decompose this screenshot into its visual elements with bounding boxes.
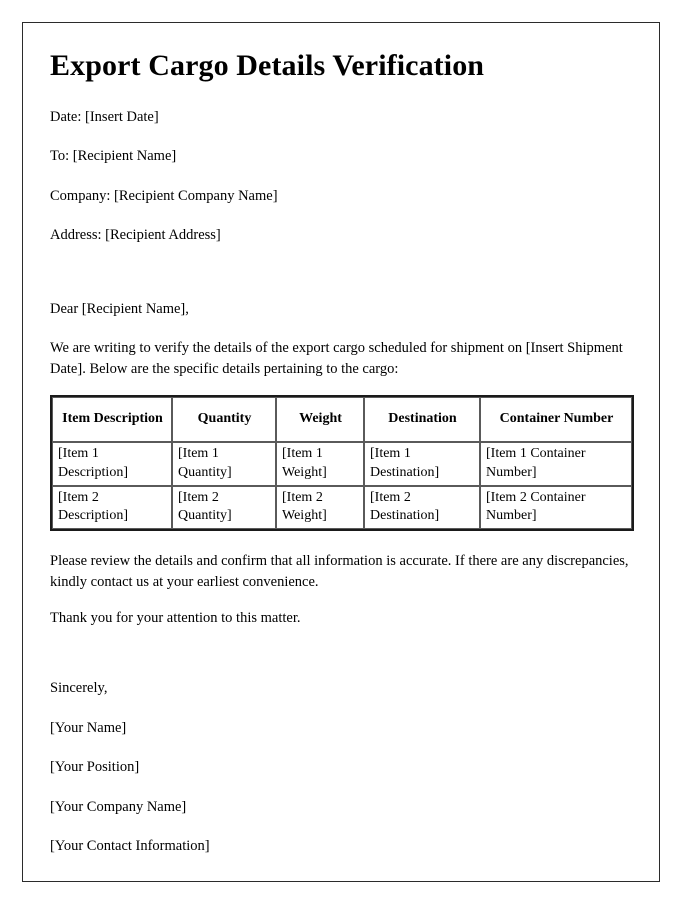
blank-paragraph-before-signature — [50, 645, 631, 679]
table-row: [Item 1 Description] [Item 1 Quantity] [… — [52, 442, 632, 486]
intro-paragraph: We are writing to verify the details of … — [50, 340, 623, 377]
cargo-details-table: Item Description Quantity Weight Destina… — [50, 395, 634, 532]
signature-name: [Your Name] — [50, 719, 127, 736]
signature-closing: Sincerely, — [50, 679, 108, 696]
blank-paragraph-before-salutation — [50, 266, 631, 300]
document-body: Export Cargo Details Verification Date: … — [23, 23, 659, 857]
cell-quantity: [Item 2 Quantity] — [172, 485, 276, 530]
column-header-destination: Destination — [364, 397, 480, 443]
salutation: Dear [Recipient Name], — [50, 300, 189, 317]
cell-weight: [Item 1 Weight] — [276, 442, 364, 486]
cell-container-number: [Item 1 Container Number] — [480, 442, 632, 486]
cell-destination: [Item 1 Destination] — [364, 442, 480, 486]
cell-item-description: [Item 2 Description] — [52, 485, 172, 530]
cell-quantity: [Item 1 Quantity] — [172, 442, 276, 486]
cargo-table-container: Item Description Quantity Weight Destina… — [50, 395, 634, 532]
signature-contact: [Your Contact Information] — [50, 838, 210, 855]
cell-container-number: [Item 2 Container Number] — [480, 485, 632, 530]
table-row: [Item 2 Description] [Item 2 Quantity] [… — [52, 485, 632, 530]
column-header-weight: Weight — [276, 397, 364, 443]
column-header-quantity: Quantity — [172, 397, 276, 443]
page-title: Export Cargo Details Verification — [50, 49, 485, 82]
thank-you-paragraph: Thank you for your attention to this mat… — [50, 610, 301, 627]
table-header-row: Item Description Quantity Weight Destina… — [52, 397, 632, 443]
signature-position: [Your Position] — [50, 759, 140, 776]
column-header-container-number: Container Number — [480, 397, 632, 443]
header-line-address: Address: [Recipient Address] — [50, 227, 221, 244]
signature-company: [Your Company Name] — [50, 798, 187, 815]
cell-destination: [Item 2 Destination] — [364, 485, 480, 530]
review-paragraph: Please review the details and confirm th… — [50, 553, 629, 590]
column-header-item-description: Item Description — [52, 397, 172, 443]
cell-weight: [Item 2 Weight] — [276, 485, 364, 530]
cell-item-description: [Item 1 Description] — [52, 442, 172, 486]
header-line-recipient: To: [Recipient Name] — [50, 148, 177, 165]
document-page: Export Cargo Details Verification Date: … — [22, 22, 660, 882]
header-line-company: Company: [Recipient Company Name] — [50, 187, 278, 204]
header-line-date: Date: [Insert Date] — [50, 108, 159, 125]
